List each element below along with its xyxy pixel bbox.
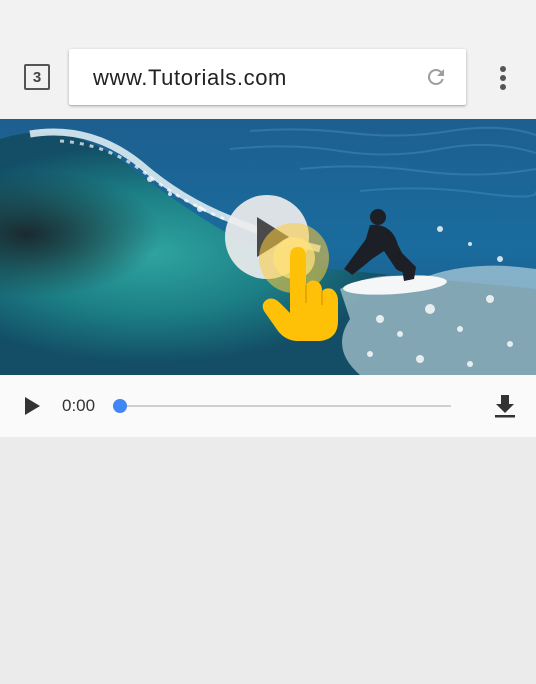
more-vert-icon[interactable] (493, 64, 513, 92)
tab-count-label: 3 (32, 68, 42, 86)
progress-track[interactable] (120, 405, 451, 407)
browser-toolbar: 3 www.Tutorials.com (0, 0, 536, 119)
browser-screen: 3 www.Tutorials.com 0:00 (0, 0, 536, 684)
media-controls: 0:00 (0, 375, 536, 437)
play-icon[interactable] (22, 396, 42, 416)
page-content-area (0, 437, 536, 684)
address-bar[interactable]: www.Tutorials.com (69, 49, 466, 105)
tap-hand-icon (262, 247, 338, 341)
progress-thumb[interactable] (113, 399, 127, 413)
tab-switcher-button[interactable]: 3 (24, 64, 50, 90)
url-text: www.Tutorials.com (93, 65, 287, 90)
current-time: 0:00 (62, 396, 96, 415)
reload-icon[interactable] (424, 65, 448, 89)
download-icon[interactable] (494, 394, 516, 418)
video-player[interactable] (0, 119, 536, 375)
